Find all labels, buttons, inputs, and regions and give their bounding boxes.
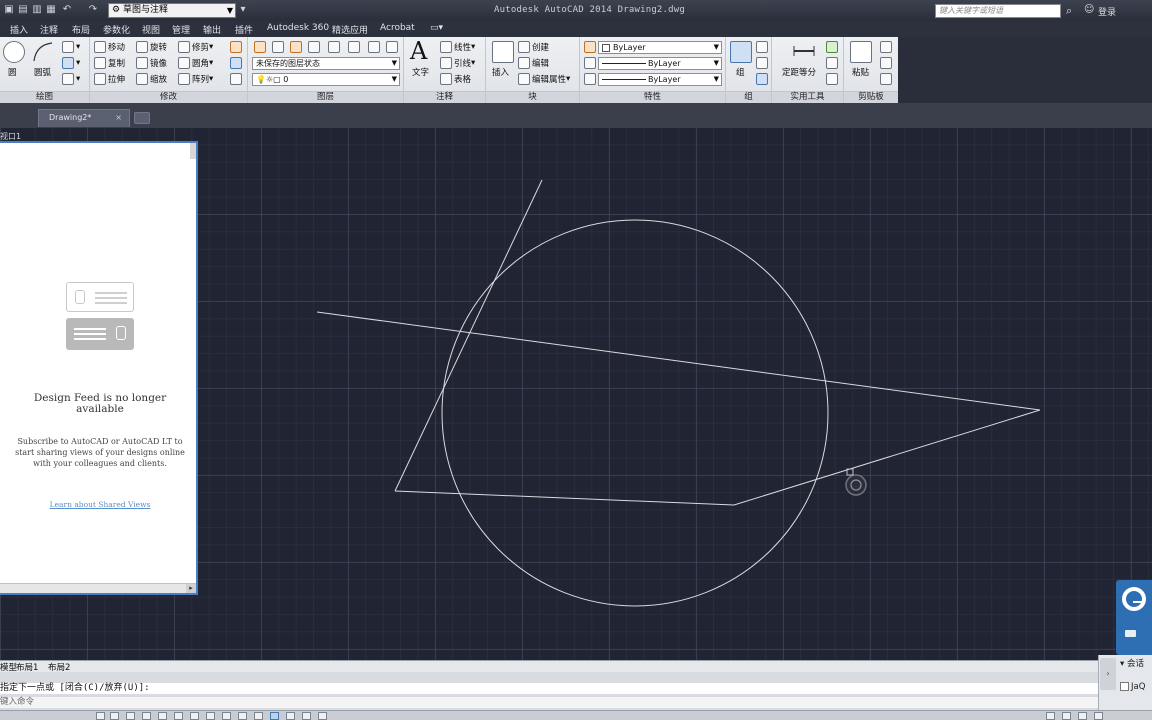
design-feed-palette: Design Feed is no longer available Subsc… [0,141,198,595]
dyn-icon[interactable] [222,712,231,720]
feed-card-icon [66,282,134,312]
model-space-icon[interactable] [96,712,105,720]
lock-icon[interactable] [1062,712,1071,720]
feed-description: Subscribe to AutoCAD or AutoCAD LT to st… [15,437,185,468]
chevron-right-icon[interactable]: › [1100,658,1116,690]
drawn-line-4[interactable] [316,311,1041,411]
drawn-line-3[interactable] [733,409,1041,506]
annotation-scale-icon[interactable] [318,712,327,720]
feed-card-filled-icon [66,318,134,350]
ortho-icon[interactable] [142,712,151,720]
autocad-window: ▣ ▤ ▥ ▦ ↶ ↷ ⚙ 草图与注释 ▼ ▾ Autodesk AutoCAD… [0,0,1152,720]
osnap-icon[interactable] [174,712,183,720]
command-history: 指定下一点或 [闭合(C)/放弃(U)]: [0,683,1120,694]
sc-icon[interactable] [286,712,295,720]
polar-icon[interactable] [158,712,167,720]
person-icon [116,326,126,340]
teamviewer-session-label: ▾ 会话 [1120,659,1144,669]
otrack-icon[interactable] [190,712,199,720]
command-input[interactable]: 键入命令 [0,697,1120,708]
teamviewer-user[interactable]: JaQ [1120,682,1145,692]
drawn-line-2[interactable] [394,490,735,506]
scroll-right-icon[interactable]: ▸ [186,584,196,593]
teamviewer-logo-icon [1122,587,1146,611]
user-name: JaQ [1131,682,1146,692]
ducs-icon[interactable] [206,712,215,720]
teamviewer-widget[interactable] [1116,580,1152,655]
grid-icon[interactable] [126,712,135,720]
lwt-icon[interactable] [238,712,247,720]
session-label: 会话 [1126,659,1144,669]
drawn-circle[interactable] [441,219,829,607]
fullscreen-icon[interactable] [1094,712,1103,720]
isolate-icon[interactable] [1078,712,1087,720]
status-bar [0,710,1152,720]
tpy-icon[interactable] [254,712,263,720]
workspace-switch-icon[interactable] [1046,712,1055,720]
user-icon [1120,682,1129,691]
layout-tab-bar: 模型 布局1 布局2 [0,660,1100,673]
snap-icon[interactable] [110,712,119,720]
feed-title: Design Feed is no longer available [33,392,167,415]
learn-shared-views-link[interactable]: Learn about Shared Views [10,500,190,509]
qp-icon[interactable] [270,712,279,720]
person-icon [75,290,85,304]
palette-scrollbar[interactable] [190,143,196,159]
am-icon[interactable] [302,712,311,720]
camera-icon[interactable] [1125,630,1136,637]
drawn-line-1[interactable] [394,179,543,492]
palette-horizontal-scrollbar[interactable]: ▸ [0,583,196,593]
crosshair-cursor-icon [845,468,867,496]
